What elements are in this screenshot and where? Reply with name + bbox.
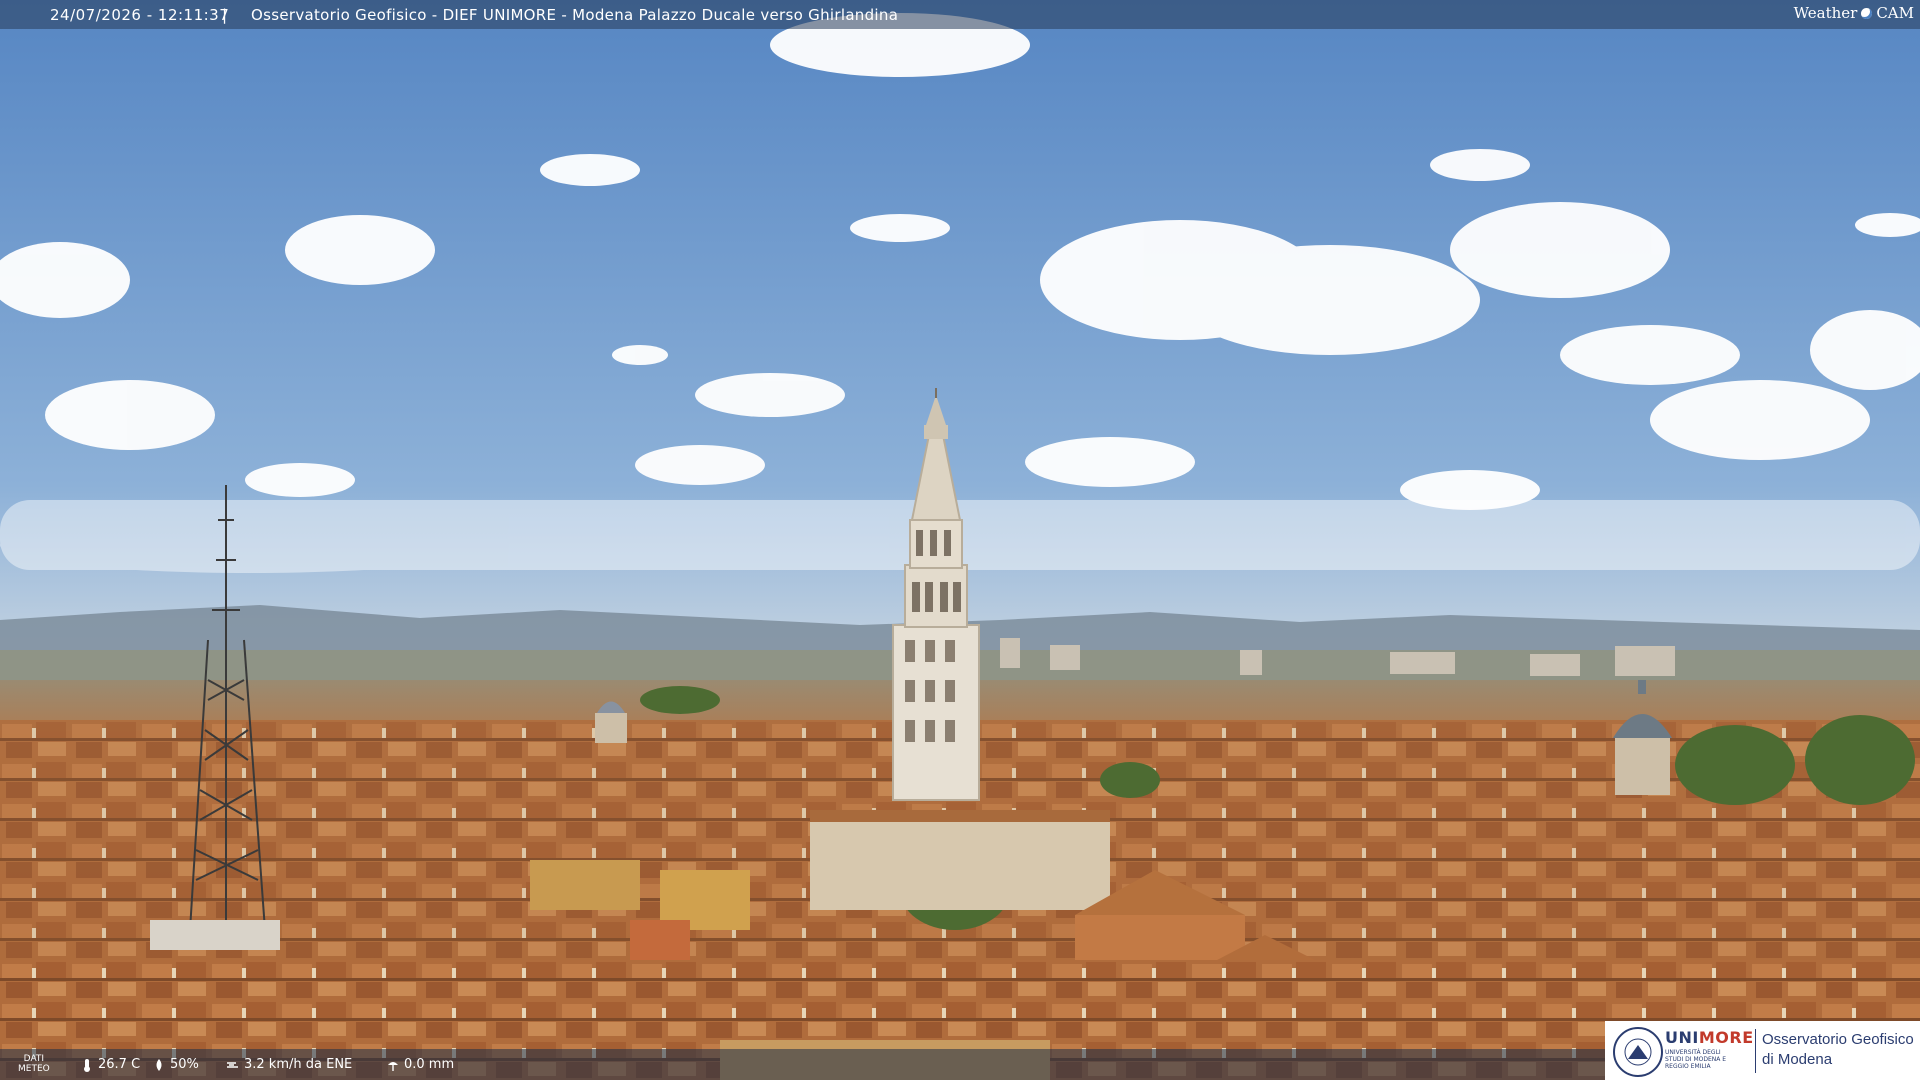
unimore-subtitle: UNIVERSITÀ DEGLI STUDI DI MODENA E REGGI… (1665, 1049, 1727, 1070)
wind-icon (227, 1061, 238, 1068)
wind-readout: 3.2 km/h da ENE (226, 1057, 352, 1072)
weathercam-logo-cam: CAM (1876, 4, 1914, 22)
temperature-value: 26.7 C (98, 1057, 141, 1072)
rain-value: 0.0 mm (404, 1057, 455, 1072)
weather-data-bar: DATI METEO 26.7 C 50% 3.2 km/h da ENE 0.… (0, 1049, 1605, 1080)
camera-title: Osservatorio Geofisico - DIEF UNIMORE - … (251, 6, 899, 24)
logo-divider (1755, 1029, 1756, 1073)
temperature-readout: 26.7 C (80, 1057, 140, 1072)
observatory-name-line1: Osservatorio Geofisico (1762, 1031, 1914, 1048)
header-separator: | (222, 6, 228, 24)
humidity-value: 50% (170, 1057, 199, 1072)
humidity-readout: 50% (152, 1057, 199, 1072)
weathercam-logo-word: Weather (1793, 4, 1858, 22)
rain-icon (388, 1061, 398, 1071)
weather-data-label: DATI METEO (18, 1054, 50, 1074)
weathercam-logo: Weather CAM (1794, 4, 1914, 22)
observatory-name-line2: di Modena (1762, 1051, 1833, 1068)
webcam-view (0, 0, 1920, 1080)
humidity-drop-icon (156, 1058, 162, 1071)
timestamp: 24/07/2026 - 12:11:37 (50, 6, 230, 24)
unimore-wordmark: UNIMORE (1665, 1028, 1754, 1047)
wind-value: 3.2 km/h da ENE (244, 1057, 353, 1072)
university-seal-icon (1613, 1027, 1663, 1077)
unimore-observatory-logo: UNIMORE UNIVERSITÀ DEGLI STUDI DI MODENA… (1605, 1021, 1920, 1080)
thermometer-icon (84, 1058, 90, 1072)
header-bar: 24/07/2026 - 12:11:37 | Osservatorio Geo… (0, 0, 1920, 29)
rain-readout: 0.0 mm (386, 1057, 454, 1072)
sun-icon (1861, 7, 1873, 19)
